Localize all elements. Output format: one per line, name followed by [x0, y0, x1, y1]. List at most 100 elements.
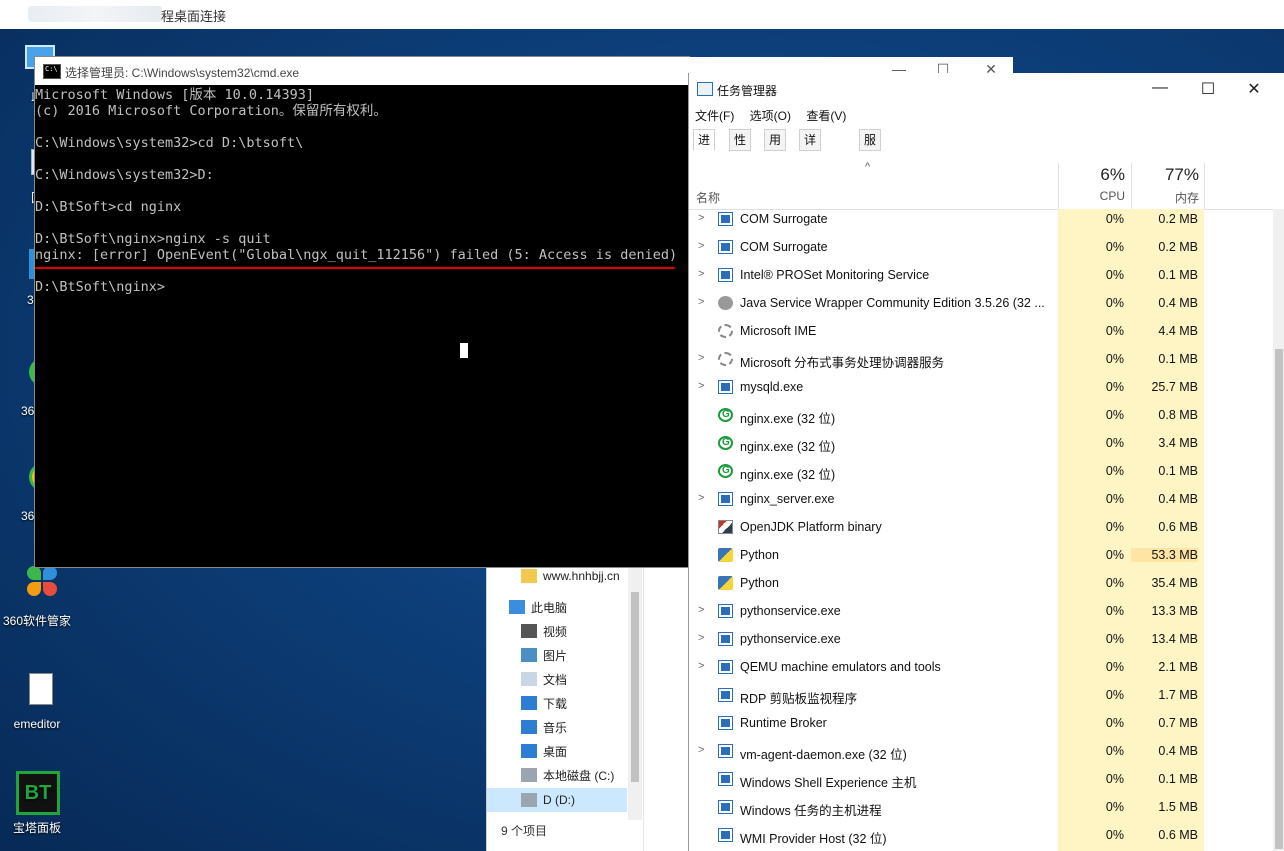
desktop-icon-emeditor[interactable]: emeditor — [0, 669, 74, 731]
explorer-scrollbar[interactable] — [628, 562, 642, 820]
process-row[interactable]: Python 0% 35.4 MB — [689, 569, 1273, 597]
expand-chevron-icon[interactable]: > — [698, 380, 704, 392]
console-line: C:\Windows\system32>cd D:\btsoft\ — [35, 135, 304, 151]
process-row[interactable]: > COM Surrogate 0% 0.2 MB — [689, 233, 1273, 261]
expand-chevron-icon[interactable]: > — [698, 240, 704, 252]
expand-chevron-icon[interactable]: > — [698, 212, 704, 224]
process-name: COM Surrogate — [740, 212, 828, 226]
expand-chevron-icon[interactable]: > — [698, 492, 704, 504]
taskmgr-title: 任务管理器 — [717, 84, 778, 98]
desktop-icon-bt-panel[interactable]: BT 宝塔面板 — [0, 771, 74, 836]
process-row[interactable]: Windows Shell Experience 主机 0% 0.1 MB — [689, 765, 1273, 793]
rdp-title: 程桌面连接 — [161, 9, 227, 24]
column-name[interactable]: 名称 — [696, 189, 720, 206]
nav-item[interactable]: 音乐 — [487, 715, 627, 739]
process-cpu: 0% — [1105, 604, 1124, 618]
process-row[interactable]: RDP 剪贴板监视程序 0% 1.7 MB — [689, 681, 1273, 709]
process-name: Runtime Broker — [740, 716, 827, 730]
process-row[interactable]: Python 0% 53.3 MB — [689, 541, 1273, 569]
process-row[interactable]: > pythonservice.exe 0% 13.4 MB — [689, 625, 1273, 653]
process-row[interactable]: > COM Surrogate 0% 0.2 MB — [689, 205, 1273, 233]
process-name: vm-agent-daemon.exe (32 位) — [740, 748, 907, 762]
process-row[interactable]: WMI Provider Host (32 位) 0% 0.6 MB — [689, 821, 1273, 849]
window-icon — [718, 212, 733, 226]
process-row[interactable]: nginx.exe (32 位) 0% 3.4 MB — [689, 429, 1273, 457]
window-icon — [718, 828, 733, 842]
console-line: Microsoft Windows [版本 10.0.14393] — [35, 87, 314, 103]
desktop-icon — [521, 744, 537, 758]
process-row[interactable]: > nginx_server.exe 0% 0.4 MB — [689, 485, 1273, 513]
close-button[interactable]: ✕ — [1239, 79, 1269, 99]
process-row[interactable]: nginx.exe (32 位) 0% 0.1 MB — [689, 457, 1273, 485]
nav-item[interactable]: 图片 — [487, 643, 627, 667]
desktop-icon-360manager[interactable]: 360软件管家 — [0, 564, 74, 629]
expand-chevron-icon[interactable]: > — [698, 660, 704, 672]
console-line: nginx: [error] OpenEvent("Global\ngx_qui… — [35, 247, 678, 263]
blurred-hostname — [28, 6, 162, 22]
expand-chevron-icon[interactable]: > — [698, 296, 704, 308]
menu-file[interactable]: 文件(F) — [695, 109, 734, 123]
memory-total: 77% — [1164, 165, 1199, 184]
nav-item[interactable]: 下载 — [487, 691, 627, 715]
taskmgr-titlebar[interactable]: 任务管理器 — ☐ ✕ — [689, 73, 1284, 105]
nav-item[interactable]: 桌面 — [487, 739, 627, 763]
minimize-button[interactable]: — — [1145, 79, 1175, 97]
expand-chevron-icon[interactable]: > — [698, 352, 704, 364]
cmd-app-icon — [43, 64, 61, 79]
nav-item[interactable]: 视频 — [487, 619, 627, 643]
process-name: Microsoft 分布式事务处理协调器服务 — [740, 356, 945, 370]
tab-processes[interactable]: 进程 — [693, 129, 716, 167]
process-name: Java Service Wrapper Community Edition 3… — [740, 296, 1045, 310]
window-icon — [718, 632, 733, 646]
process-name: Windows Shell Experience 主机 — [740, 776, 917, 790]
rdp-titlebar: 程桌面连接 — [0, 0, 1284, 30]
column-divider[interactable] — [1204, 163, 1205, 209]
menu-options[interactable]: 选项(O) — [750, 109, 791, 123]
cmd-window[interactable]: 选择管理员: C:\Windows\system32\cmd.exe — ☐ ✕… — [34, 56, 1013, 568]
process-cpu: 0% — [1105, 828, 1124, 842]
tab-services[interactable]: 服务 — [859, 129, 882, 167]
process-row[interactable]: > QEMU machine emulators and tools 0% 2.1 M… — [689, 653, 1273, 681]
expand-chevron-icon[interactable]: > — [698, 744, 704, 756]
explorer-content-pane[interactable] — [643, 560, 688, 851]
column-cpu[interactable]: CPU — [1081, 189, 1125, 203]
process-name: QEMU machine emulators and tools — [740, 660, 941, 674]
scrollbar-thumb[interactable] — [1275, 349, 1283, 849]
column-divider[interactable] — [1131, 163, 1132, 209]
column-divider[interactable] — [1058, 163, 1059, 209]
tab-performance[interactable]: 性能 — [729, 129, 752, 167]
process-row[interactable]: > pythonservice.exe 0% 13.3 MB — [689, 597, 1273, 625]
process-row[interactable]: > vm-agent-daemon.exe (32 位) 0% 0.4 MB — [689, 737, 1273, 765]
process-cpu: 0% — [1105, 324, 1124, 338]
nav-item[interactable]: 文档 — [487, 667, 627, 691]
process-row[interactable]: > mysqld.exe 0% 25.7 MB — [689, 373, 1273, 401]
expand-chevron-icon[interactable]: > — [698, 604, 704, 616]
process-row[interactable]: Microsoft IME 0% 4.4 MB — [689, 317, 1273, 345]
menu-view[interactable]: 查看(V) — [806, 109, 846, 123]
process-name: Intel® PROSet Monitoring Service — [740, 268, 930, 282]
process-cpu: 0% — [1105, 660, 1124, 674]
console-output[interactable]: Microsoft Windows [版本 10.0.14393] (c) 201… — [35, 87, 689, 567]
process-list-scrollbar[interactable] — [1273, 209, 1284, 851]
process-cpu: 0% — [1105, 408, 1124, 422]
process-row[interactable]: > Microsoft 分布式事务处理协调器服务 0% 0.1 MB — [689, 345, 1273, 373]
process-row[interactable]: OpenJDK Platform binary 0% 0.6 MB — [689, 513, 1273, 541]
process-row[interactable]: > Java Service Wrapper Community Edition … — [689, 289, 1273, 317]
menu-bar: 文件(F) 选项(O) 查看(V) — [695, 107, 858, 124]
process-row[interactable]: nginx.exe (32 位) 0% 0.8 MB — [689, 401, 1273, 429]
maximize-button[interactable]: ☐ — [1193, 79, 1223, 99]
process-row[interactable]: Windows 任务的主机进程 0% 1.5 MB — [689, 793, 1273, 821]
tab-users[interactable]: 用户 — [764, 129, 787, 167]
process-row[interactable]: Runtime Broker 0% 0.7 MB — [689, 709, 1273, 737]
window-icon — [718, 240, 733, 254]
expand-chevron-icon[interactable]: > — [698, 632, 704, 644]
process-row[interactable]: > Intel® PROSet Monitoring Service 0% 0.1 M… — [689, 261, 1273, 289]
nav-item[interactable]: 本地磁盘 (C:) — [487, 763, 627, 787]
nav-item[interactable]: D (D:) — [487, 788, 627, 812]
tab-details[interactable]: 详细信息 — [799, 129, 822, 207]
column-memory[interactable]: 内存 — [1151, 189, 1199, 206]
nav-item[interactable]: 此电脑 — [487, 595, 627, 619]
expand-chevron-icon[interactable]: > — [698, 268, 704, 280]
nav-item-label: 下载 — [543, 696, 568, 711]
scrollbar-thumb[interactable] — [631, 592, 639, 782]
